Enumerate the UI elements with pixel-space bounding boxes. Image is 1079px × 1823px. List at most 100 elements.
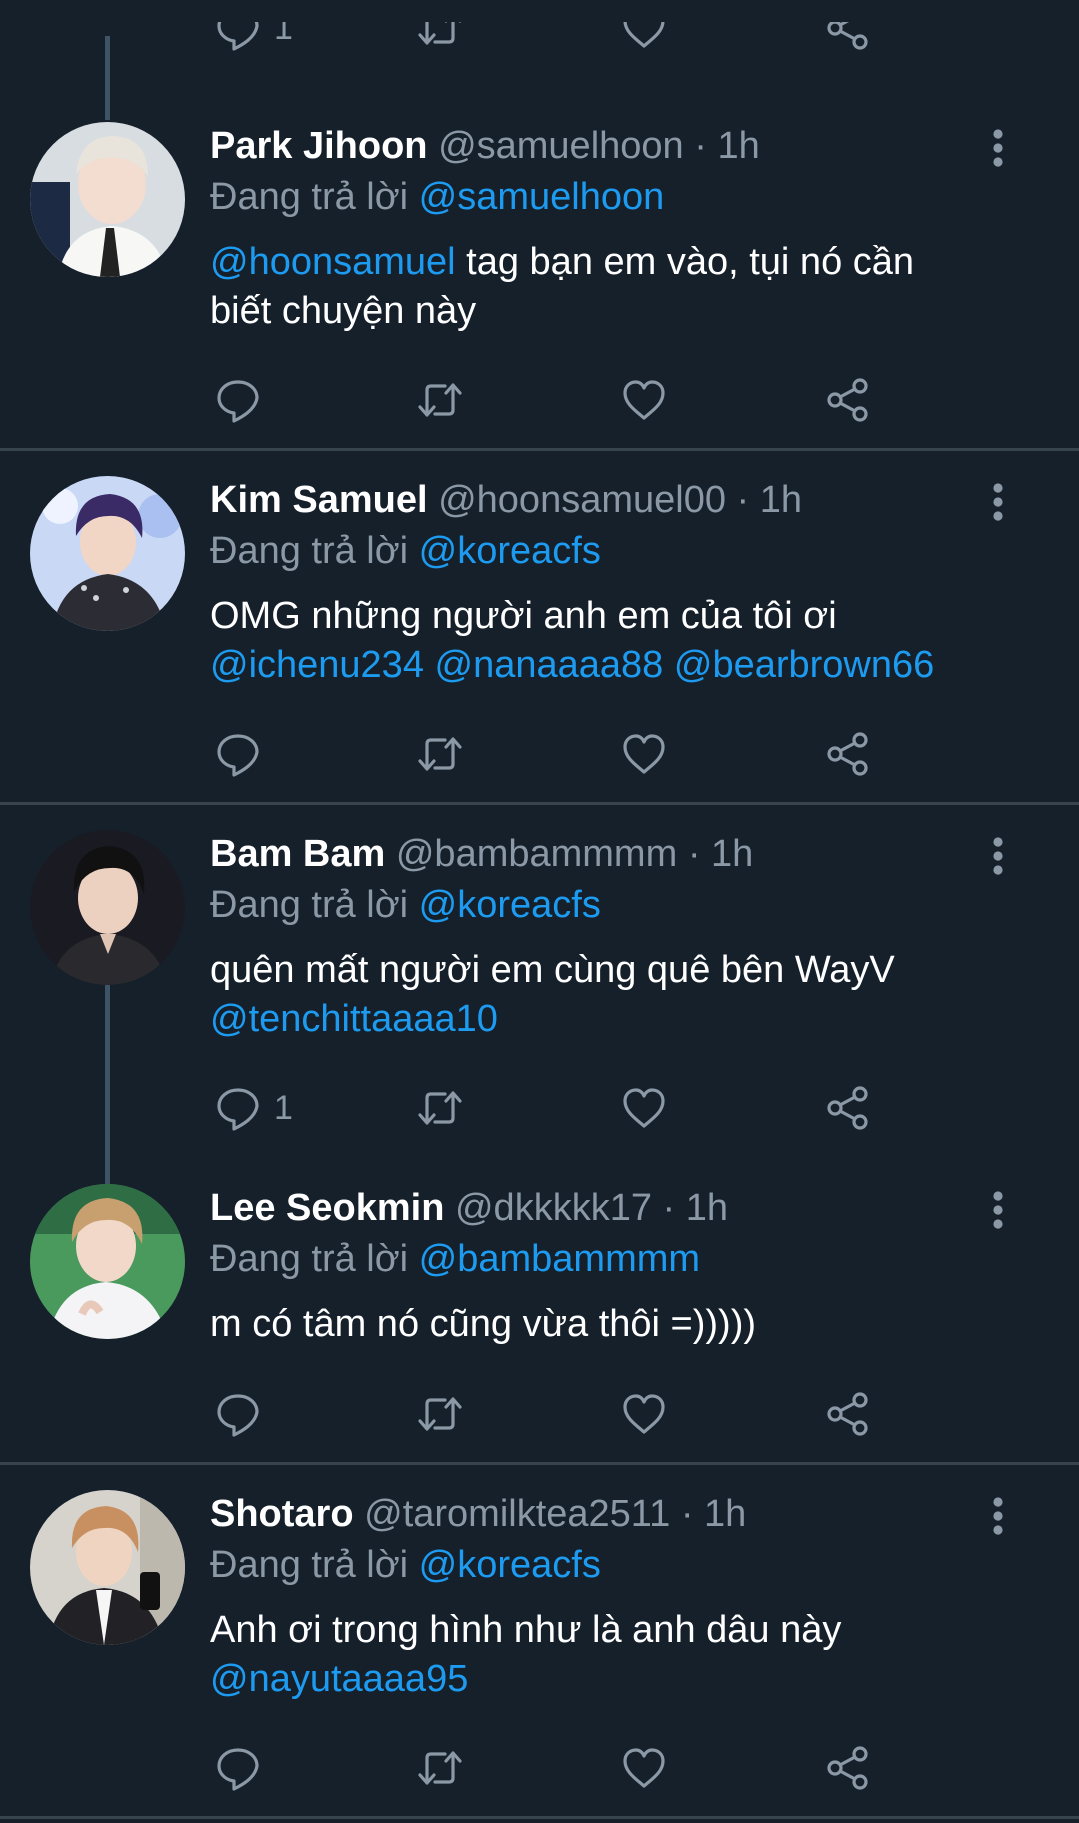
display-name[interactable]: Lee Seokmin: [210, 1187, 444, 1229]
retweet-icon: [416, 1084, 464, 1132]
timestamp[interactable]: 1h: [686, 1187, 728, 1229]
replying-to: Đang trả lời @koreacfs: [210, 524, 601, 578]
like-button[interactable]: [620, 1084, 668, 1132]
avatar[interactable]: [30, 122, 185, 277]
divider: [0, 802, 1079, 805]
replying-mention[interactable]: @koreacfs: [419, 530, 601, 572]
retweet-button[interactable]: [416, 376, 464, 424]
like-button[interactable]: [620, 1744, 668, 1792]
replying-mention[interactable]: @samuelhoon: [419, 176, 665, 218]
reply-icon: [214, 376, 262, 424]
avatar[interactable]: [30, 830, 185, 985]
retweet-icon: [416, 1390, 464, 1438]
timestamp[interactable]: 1h: [711, 833, 753, 875]
tweet-text-segment: m có tâm nó cũng vừa thôi =))))): [210, 1303, 757, 1345]
retweet-icon: [416, 730, 464, 778]
retweet-button[interactable]: [416, 1390, 464, 1438]
tweet-text-segment: Anh ơi trong hình như là anh dâu này: [210, 1609, 842, 1651]
separator: ·: [736, 479, 750, 521]
previous-tweet-actions: 1: [0, 22, 1079, 82]
reply-button[interactable]: 1: [214, 1084, 293, 1132]
replying-mention[interactable]: @koreacfs: [419, 1544, 601, 1586]
retweet-icon: [416, 1744, 464, 1792]
tweet[interactable]: Bam Bam @bambammmm · 1h Đang trả lời @ko…: [0, 830, 1079, 1158]
avatar[interactable]: [30, 1184, 185, 1339]
separator: ·: [694, 125, 707, 167]
replying-prefix: Đang trả lời: [210, 1238, 409, 1280]
share-icon: [824, 1744, 872, 1792]
tweet-thread: 1 Park Jihoon @samuelhoon · 1h Đang trả …: [0, 0, 1079, 1823]
mention-link[interactable]: @tenchittaaaa10: [210, 998, 498, 1040]
more-options-icon[interactable]: [985, 1190, 1011, 1230]
replying-prefix: Đang trả lời: [210, 1544, 409, 1586]
replying-prefix: Đang trả lời: [210, 176, 409, 218]
retweet-button[interactable]: [416, 1084, 464, 1132]
more-options-icon[interactable]: [985, 1496, 1011, 1536]
more-options-icon[interactable]: [985, 128, 1011, 168]
retweet-button[interactable]: [416, 730, 464, 778]
tweet[interactable]: Park Jihoon @samuelhoon · 1h Đang trả lờ…: [0, 122, 1079, 450]
reply-icon: [214, 1084, 262, 1132]
share-button[interactable]: [824, 376, 872, 424]
display-name[interactable]: Kim Samuel: [210, 479, 428, 521]
reply-icon: [214, 730, 262, 778]
user-handle[interactable]: @taromilktea2511: [364, 1493, 670, 1535]
share-button[interactable]: [824, 1084, 872, 1132]
reply-button[interactable]: [214, 376, 262, 424]
more-options-icon[interactable]: [985, 482, 1011, 522]
tweet-actions: [0, 1384, 1079, 1444]
timestamp[interactable]: 1h: [704, 1493, 746, 1535]
like-icon: [620, 1084, 668, 1132]
timestamp[interactable]: 1h: [760, 479, 802, 521]
reply-button[interactable]: [214, 1744, 262, 1792]
tweet-actions: [0, 370, 1079, 430]
user-handle[interactable]: @bambammmm: [396, 833, 677, 875]
share-icon: [824, 730, 872, 778]
tweet[interactable]: Shotaro @taromilktea2511 · 1h Đang trả l…: [0, 1490, 1079, 1818]
tweet[interactable]: Lee Seokmin @dkkkkk17 · 1h Đang trả lời …: [0, 1184, 1079, 1464]
tweet-text-segment: OMG những người anh em của tôi ơi: [210, 595, 837, 637]
like-button[interactable]: [620, 730, 668, 778]
like-button[interactable]: [620, 376, 668, 424]
display-name[interactable]: Park Jihoon: [210, 125, 428, 167]
display-name[interactable]: Shotaro: [210, 1493, 354, 1535]
avatar[interactable]: [30, 1490, 185, 1645]
share-button[interactable]: [824, 1744, 872, 1792]
retweet-icon: [416, 376, 464, 424]
reply-button[interactable]: [214, 1390, 262, 1438]
retweet-button[interactable]: [416, 1744, 464, 1792]
mention-link[interactable]: @nayutaaaa95: [210, 1658, 468, 1700]
replying-mention[interactable]: @bambammmm: [419, 1238, 700, 1280]
mention-link[interactable]: @bearbrown66: [674, 644, 934, 686]
reply-button[interactable]: 1: [214, 22, 293, 52]
timestamp[interactable]: 1h: [717, 125, 759, 167]
tweet-text-segment: tag bạn em vào, tụi nó cần: [455, 241, 915, 283]
reply-button[interactable]: [214, 730, 262, 778]
tweet[interactable]: Kim Samuel @hoonsamuel00 · 1h Đang trả l…: [0, 476, 1079, 804]
share-button[interactable]: [824, 22, 872, 52]
like-icon: [620, 730, 668, 778]
share-icon: [824, 1390, 872, 1438]
reply-icon: [214, 22, 262, 52]
tweet-header: Shotaro @taromilktea2511 · 1h: [210, 1490, 746, 1538]
mention-link[interactable]: @ichenu234: [210, 644, 424, 686]
user-handle[interactable]: @samuelhoon: [438, 125, 684, 167]
user-handle[interactable]: @hoonsamuel00: [438, 479, 726, 521]
retweet-button[interactable]: [416, 22, 464, 52]
mention-link[interactable]: @hoonsamuel: [210, 241, 456, 283]
like-button[interactable]: [620, 22, 668, 52]
replying-mention[interactable]: @koreacfs: [419, 884, 601, 926]
share-button[interactable]: [824, 730, 872, 778]
like-button[interactable]: [620, 1390, 668, 1438]
like-icon: [620, 1744, 668, 1792]
share-button[interactable]: [824, 1390, 872, 1438]
replying-prefix: Đang trả lời: [210, 884, 409, 926]
display-name[interactable]: Bam Bam: [210, 833, 385, 875]
more-options-icon[interactable]: [985, 836, 1011, 876]
mention-link[interactable]: @nanaaaa88: [435, 644, 664, 686]
divider: [0, 448, 1079, 451]
tweet-actions: 1: [0, 1078, 1079, 1138]
avatar[interactable]: [30, 476, 185, 631]
tweet-header: Kim Samuel @hoonsamuel00 · 1h: [210, 476, 802, 524]
user-handle[interactable]: @dkkkkk17: [455, 1187, 652, 1229]
